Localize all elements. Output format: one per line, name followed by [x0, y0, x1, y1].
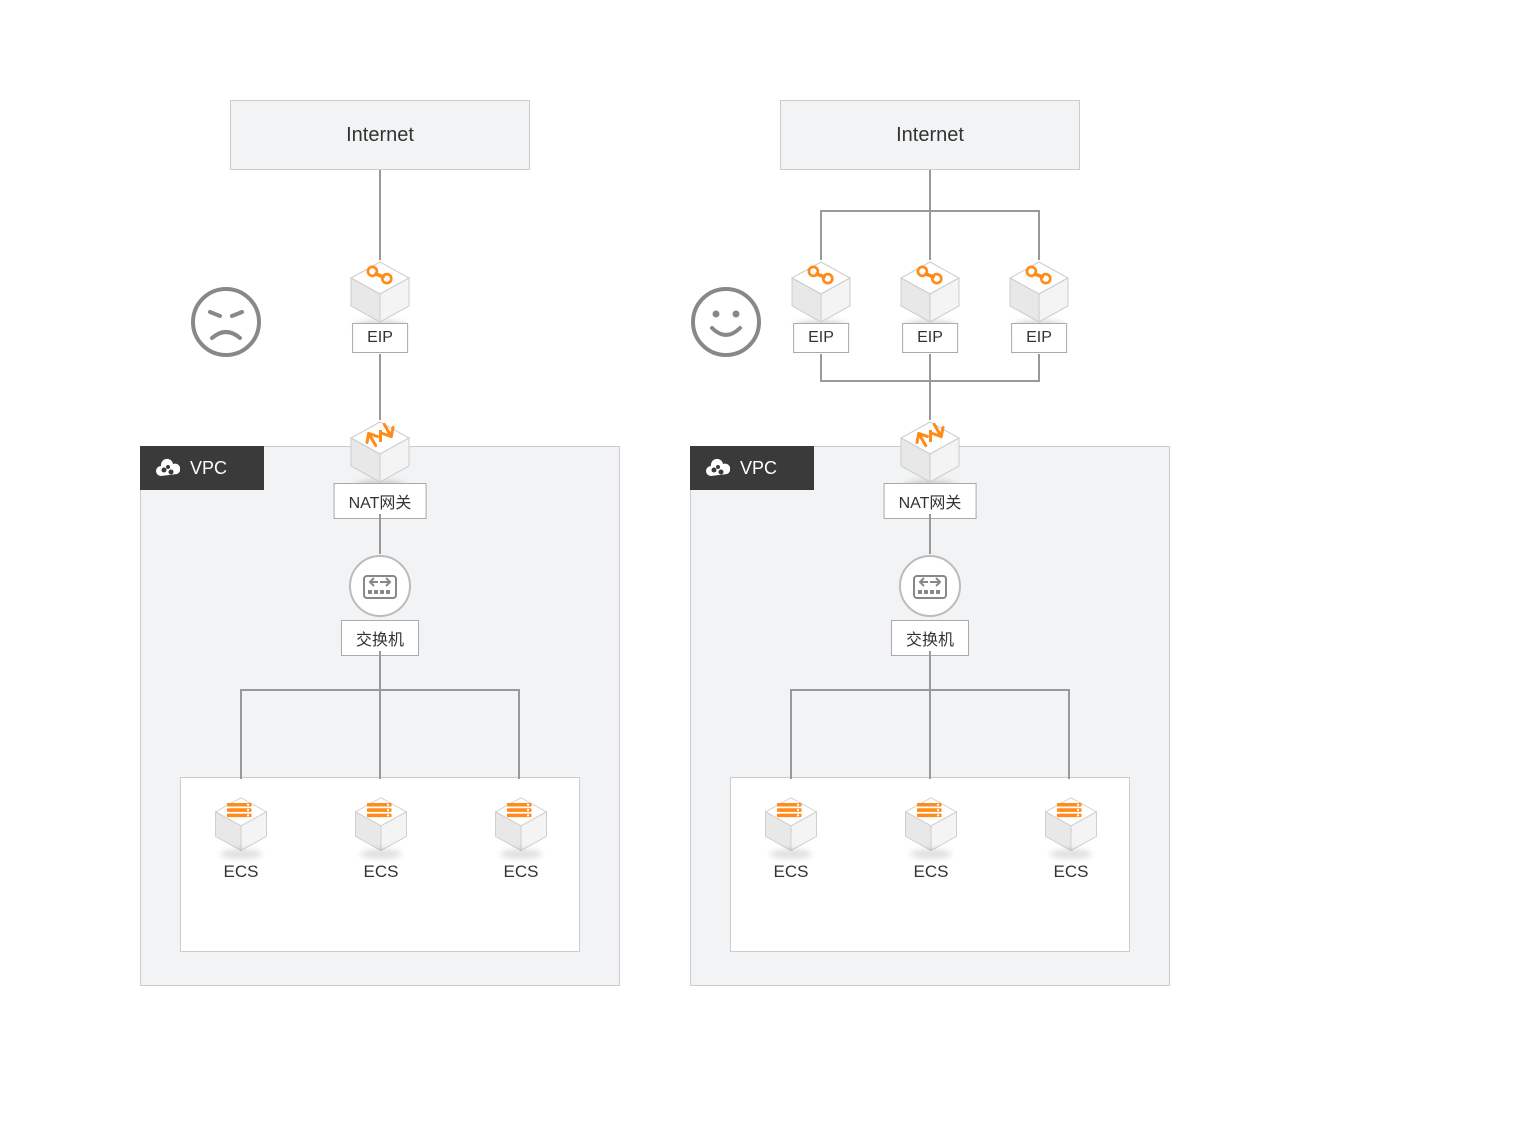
ecs-label: ECS: [881, 862, 981, 882]
ecs-label: ECS: [1021, 862, 1121, 882]
eip-node-3: [1006, 260, 1072, 326]
eip-label: EIP: [1011, 323, 1067, 353]
internet-node: Internet: [780, 100, 1080, 170]
architecture-diagram: Internet EIP VPC ECS: [0, 0, 1530, 1140]
vpc-tab: VPC: [140, 446, 264, 490]
eip-node: [347, 260, 413, 326]
cloud-icon: [154, 458, 180, 480]
internet-label: Internet: [346, 124, 414, 147]
internet-label: Internet: [896, 124, 964, 147]
vpc-label: VPC: [190, 458, 227, 479]
eip-label: EIP: [902, 323, 958, 353]
ecs-node-2: ECS: [881, 778, 981, 882]
internet-node: Internet: [230, 100, 530, 170]
nat-gateway-node: [897, 420, 963, 486]
eip-label: EIP: [793, 323, 849, 353]
ecs-label: ECS: [331, 862, 431, 882]
eip-node-1: [788, 260, 854, 326]
ecs-group-box: ECS ECS ECS: [730, 777, 1130, 952]
ecs-node-1: ECS: [191, 778, 291, 882]
eip-label: EIP: [352, 323, 408, 353]
ecs-node-3: ECS: [471, 778, 571, 882]
switch-node: [348, 554, 412, 618]
happy-face-icon: [690, 286, 762, 358]
eip-node-2: [897, 260, 963, 326]
ecs-label: ECS: [741, 862, 841, 882]
sad-face-icon: [190, 286, 262, 358]
ecs-group-box: ECS ECS ECS: [180, 777, 580, 952]
nat-gateway-node: [347, 420, 413, 486]
ecs-node-3: ECS: [1021, 778, 1121, 882]
cloud-icon: [704, 458, 730, 480]
ecs-label: ECS: [471, 862, 571, 882]
vpc-tab: VPC: [690, 446, 814, 490]
switch-node: [898, 554, 962, 618]
ecs-node-1: ECS: [741, 778, 841, 882]
ecs-label: ECS: [191, 862, 291, 882]
vpc-label: VPC: [740, 458, 777, 479]
ecs-node-2: ECS: [331, 778, 431, 882]
